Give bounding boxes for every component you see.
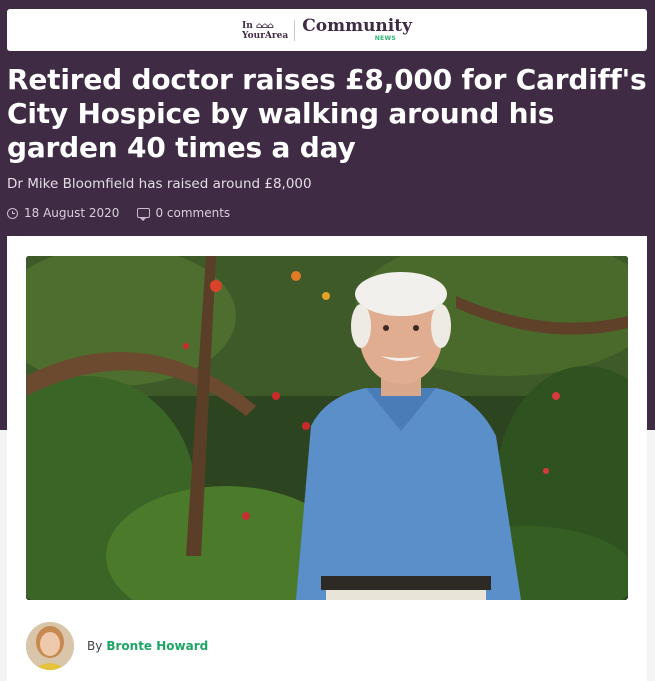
byline-text: By Bronte Howard [87, 639, 208, 653]
article-meta: 18 August 2020 0 comments [7, 204, 230, 222]
article-standfirst: Dr Mike Bloomfield has raised around £8,… [7, 176, 312, 192]
brand-header: In ⌂⌂⌂ YourArea Community NEWS [7, 9, 647, 51]
byline-prefix: By [87, 639, 103, 653]
comments-count-link[interactable]: 0 comments [155, 206, 230, 220]
article-date: 18 August 2020 [24, 206, 120, 220]
community-news-label: NEWS [374, 35, 396, 42]
article-headline: Retired doctor raises £8,000 for Cardiff… [7, 63, 647, 164]
community-news-logo[interactable]: Community NEWS [302, 16, 412, 43]
article-photo[interactable] [26, 256, 628, 600]
community-logo-text: Community [302, 16, 412, 36]
avatar-image [26, 622, 74, 670]
comment-icon[interactable] [137, 208, 151, 221]
author-avatar[interactable] [26, 622, 74, 670]
author-byline: By Bronte Howard [26, 622, 208, 670]
inyourarea-logo[interactable]: In ⌂⌂⌂ YourArea [242, 19, 296, 41]
house-icons: ⌂⌂⌂ [255, 19, 274, 30]
brand-logos[interactable]: In ⌂⌂⌂ YourArea Community NEWS [242, 16, 412, 43]
garden-portrait-image [26, 256, 628, 600]
author-link[interactable]: Bronte Howard [106, 639, 208, 653]
clock-icon [7, 207, 18, 219]
